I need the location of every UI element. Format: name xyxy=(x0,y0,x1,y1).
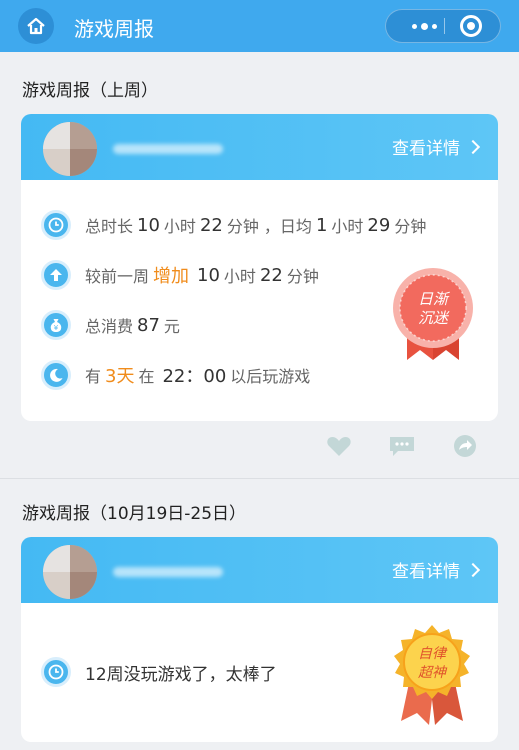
value-days: 3天 xyxy=(105,366,135,387)
value-minutes: 22 xyxy=(199,214,223,236)
rosette-badge-addicted: 日渐 沉迷 xyxy=(393,268,473,360)
unit-yuan: 元 xyxy=(163,317,180,336)
total-spending-row: ¥ 总消费 87 元 xyxy=(41,310,180,340)
value-change-hours: 10 xyxy=(197,264,220,286)
view-details-label: 查看详情 xyxy=(392,139,460,159)
no-play-row: 12周没玩游戏了，太棒了 xyxy=(41,657,277,687)
page-title: 游戏周报 xyxy=(74,17,154,41)
value-change: 增加 xyxy=(153,266,190,287)
weekly-report-card: 查看详情 总时长 10 小时 22 分钟 ，日均 1 小时 29 分钟 较前一周… xyxy=(21,114,498,421)
value-avg-hours: 1 xyxy=(315,214,328,236)
unit-avg-hours: 小时 xyxy=(331,217,364,236)
blurred-username xyxy=(113,144,223,154)
more-dots-icon[interactable] xyxy=(404,10,444,42)
view-details-link[interactable]: 查看详情 xyxy=(392,557,481,582)
unit-avg-minutes: 分钟 xyxy=(394,217,427,236)
badge-line1: 日渐 xyxy=(418,290,450,308)
arrow-up-icon xyxy=(41,260,71,290)
badge-line2: 超神 xyxy=(418,665,448,681)
avatar xyxy=(43,122,97,176)
value-avg-minutes: 29 xyxy=(367,214,391,236)
moon-icon xyxy=(41,360,71,390)
mini-program-capsule xyxy=(385,9,501,43)
svg-text:¥: ¥ xyxy=(54,324,59,332)
late-night-row: 有 3天 在 22：00 以后玩游戏 xyxy=(41,360,310,390)
label-at: 在 xyxy=(138,367,155,386)
unit-change-hours: 小时 xyxy=(223,267,256,286)
unit-change-minutes: 分钟 xyxy=(286,267,319,286)
value-change-minutes: 22 xyxy=(259,264,283,286)
heart-icon[interactable] xyxy=(326,432,352,460)
value-time: 22：00 xyxy=(162,366,227,387)
value-hours: 10 xyxy=(137,214,160,236)
week-change-row: 较前一周 增加 10 小时 22 分钟 xyxy=(41,260,319,290)
badge-line2: 沉迷 xyxy=(418,309,450,327)
label-daily-average: 分钟 ，日均 xyxy=(226,217,312,236)
close-target-icon[interactable] xyxy=(460,15,482,37)
avatar xyxy=(43,545,97,599)
view-details-link[interactable]: 查看详情 xyxy=(392,134,481,159)
view-details-label: 查看详情 xyxy=(392,562,460,582)
clock-icon xyxy=(41,657,71,687)
badge-line1: 自律 xyxy=(418,646,448,662)
label-has: 有 xyxy=(85,367,102,386)
rosette-badge-self-discipline: 自律 超神 xyxy=(394,625,470,725)
money-bag-icon: ¥ xyxy=(41,310,71,340)
blurred-username xyxy=(113,567,223,577)
capsule-divider xyxy=(444,18,445,34)
total-duration-row: 总时长 10 小时 22 分钟 ，日均 1 小时 29 分钟 xyxy=(41,210,426,240)
home-button[interactable] xyxy=(18,8,54,44)
card-header: 查看详情 xyxy=(21,537,498,603)
label-total-duration: 总时长 xyxy=(85,217,134,236)
card-header: 查看详情 xyxy=(21,114,498,180)
value-spending: 87 xyxy=(137,314,160,336)
chevron-right-icon xyxy=(465,139,481,155)
section-title-oct: 游戏周报（10月19日-25日） xyxy=(22,504,247,524)
chevron-right-icon xyxy=(465,562,481,578)
section-title-last-week: 游戏周报（上周） xyxy=(22,81,158,101)
share-icon[interactable] xyxy=(452,432,478,460)
label-vs-previous-week: 较前一周 xyxy=(85,267,150,286)
unit-hours: 小时 xyxy=(163,217,196,236)
label-after-play: 以后玩游戏 xyxy=(230,367,311,386)
label-total-spending: 总消费 xyxy=(85,317,134,336)
section-divider xyxy=(0,478,519,479)
weekly-report-card: 查看详情 12周没玩游戏了，太棒了 自律 超神 xyxy=(21,537,498,742)
top-navigation-bar: 游戏周报 xyxy=(0,0,519,52)
no-play-message: 12周没玩游戏了，太棒了 xyxy=(85,664,277,685)
comment-icon[interactable] xyxy=(388,432,416,460)
clock-icon xyxy=(41,210,71,240)
home-icon xyxy=(27,17,45,35)
